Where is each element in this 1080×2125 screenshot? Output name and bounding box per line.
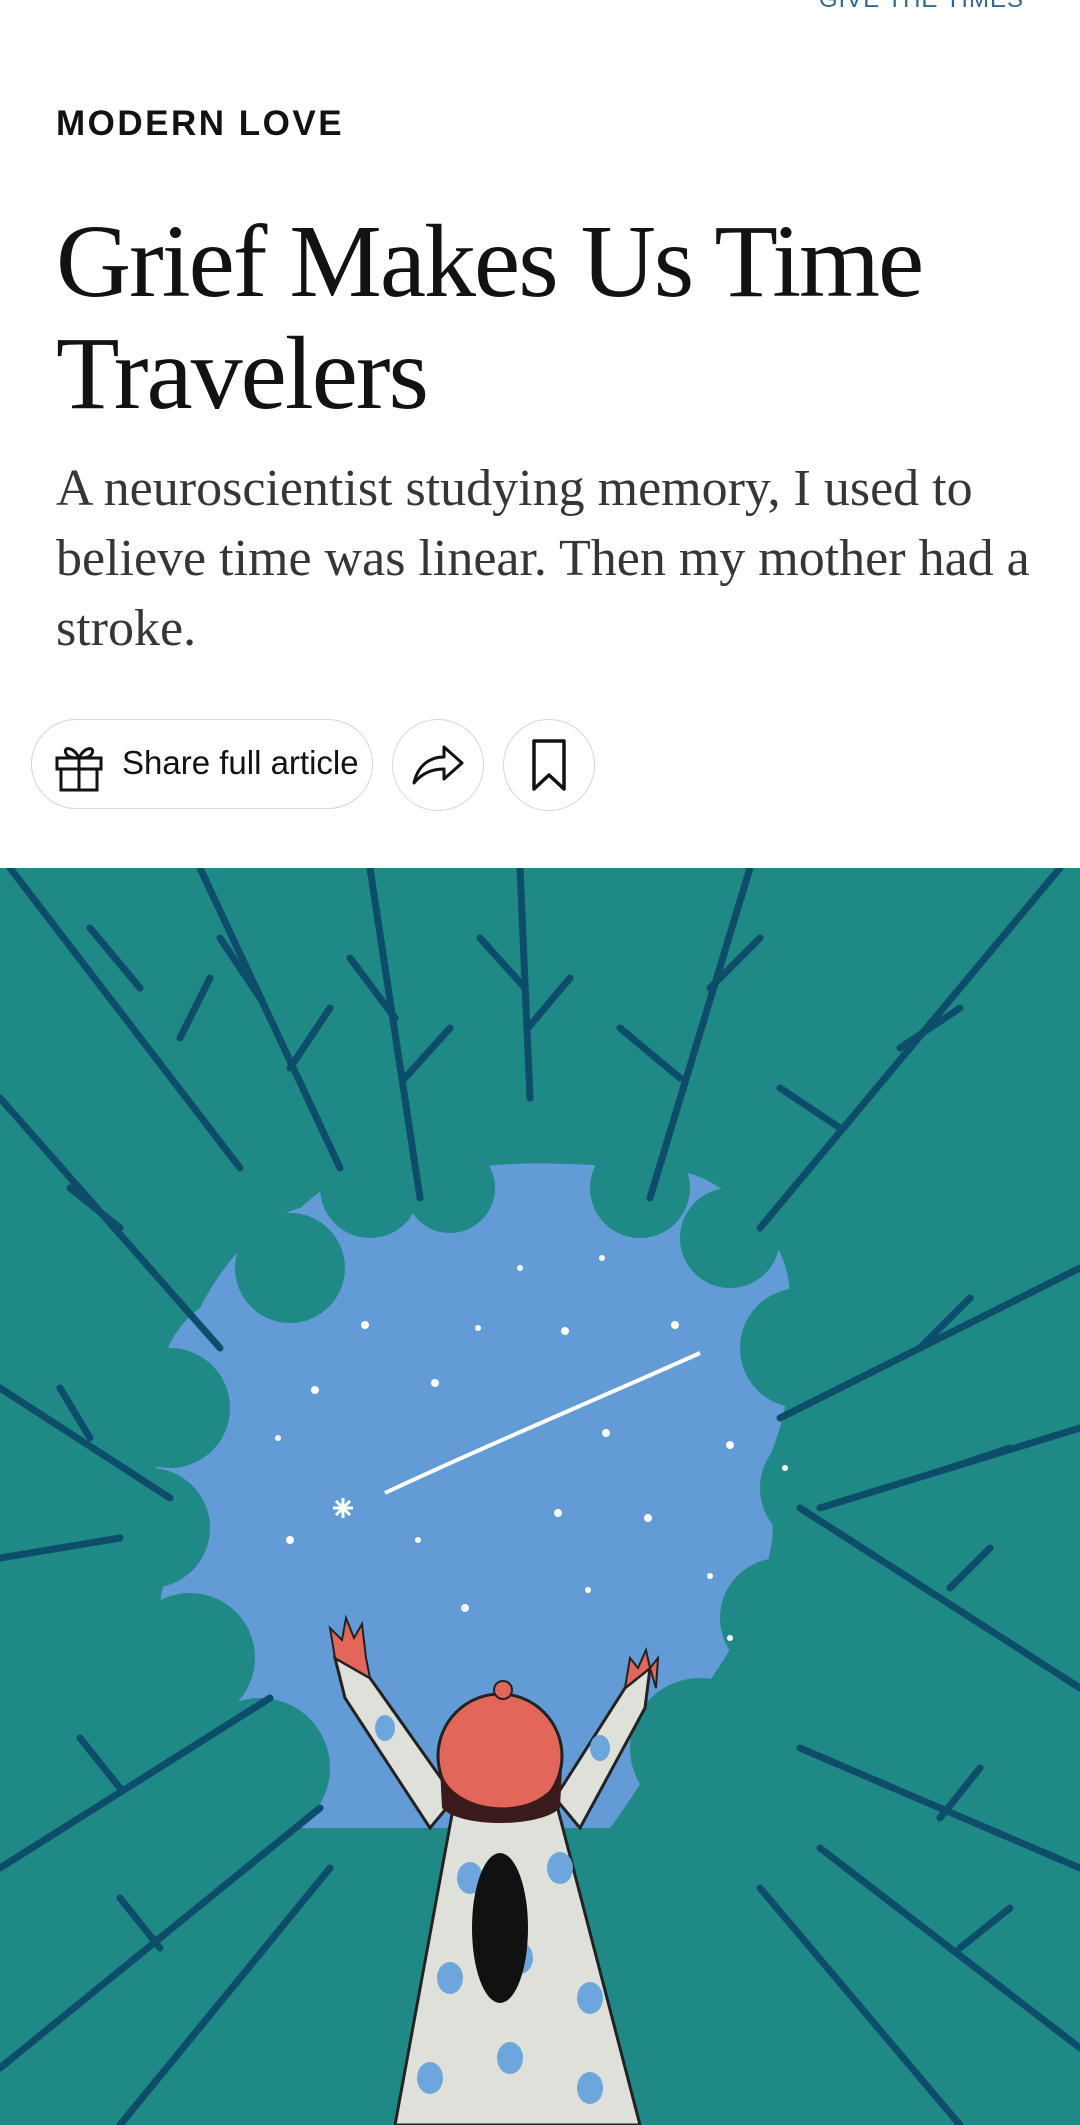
share-full-article-label: Share full article	[122, 744, 359, 781]
hero-illustration	[0, 868, 1080, 2125]
article-headline: Grief Makes Us Time Travelers	[56, 204, 924, 431]
save-button[interactable]	[503, 719, 595, 811]
article-summary: A neuroscientist studying memory, I used…	[56, 460, 1030, 657]
share-arrow-icon	[412, 745, 464, 785]
give-the-times-link[interactable]: GIVE THE TIMES	[819, 0, 1024, 14]
bookmark-icon	[532, 739, 566, 791]
share-full-article-button[interactable]: Share full article	[31, 719, 373, 809]
section-kicker[interactable]: MODERN LOVE	[56, 104, 344, 144]
share-button[interactable]	[392, 719, 484, 811]
gift-icon	[55, 747, 103, 792]
